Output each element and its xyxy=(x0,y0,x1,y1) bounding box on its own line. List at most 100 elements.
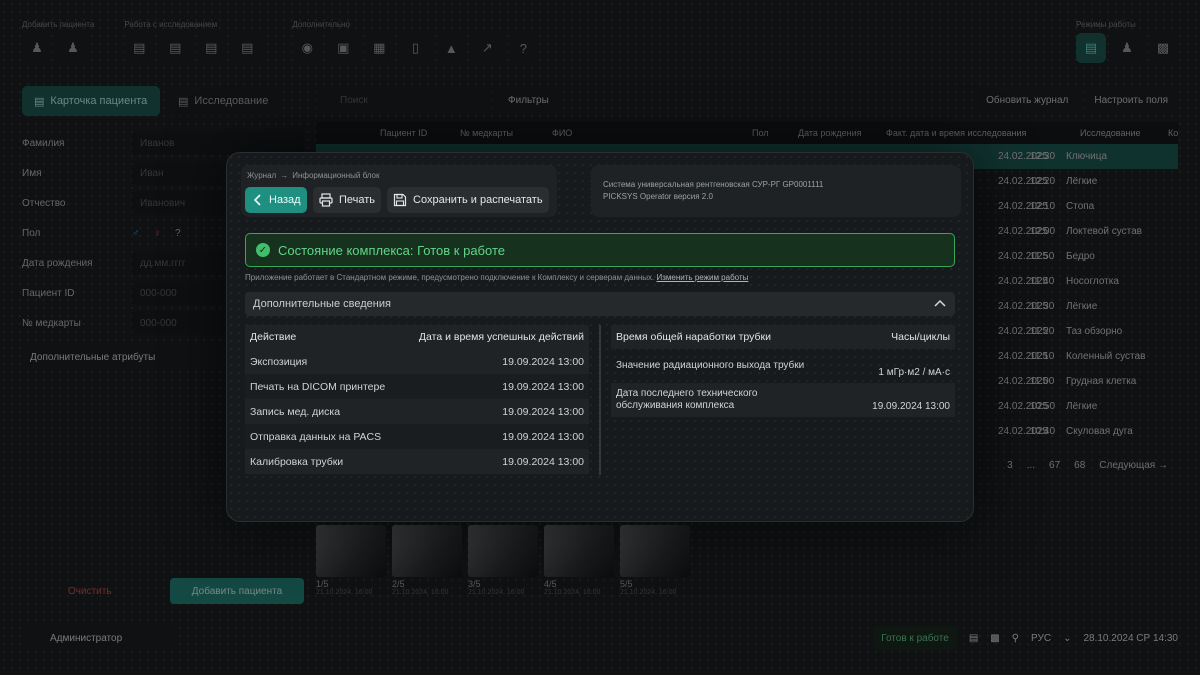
row-study: Носоглотка xyxy=(1066,276,1119,287)
archive-icon[interactable]: ▣ xyxy=(328,33,359,63)
study-delete-icon[interactable]: ▤ xyxy=(232,33,263,63)
language-select[interactable]: РУС xyxy=(1031,633,1051,644)
save-and-print-button[interactable]: Сохранить и распечатать xyxy=(387,187,549,213)
action-name: Экспозиция xyxy=(250,355,308,368)
tab-study[interactable]: ▤ Исследование xyxy=(166,86,281,116)
field-label: Пол xyxy=(22,227,41,239)
patient-mode-icon[interactable]: ♟ xyxy=(1112,33,1142,63)
thumbnail[interactable]: 3/5 21.10.2024, 16:00 xyxy=(468,525,538,596)
datetime: 28.10.2024 СР 14:30 xyxy=(1083,632,1178,644)
filters-button[interactable]: Фильтры xyxy=(498,86,559,114)
toolbar-group-extra: Дополнительно ◉ ▣ ▦ ▯ ▲ ↗ ? xyxy=(292,20,539,72)
action-name: Калибровка трубки xyxy=(250,455,344,468)
toolbar-group-label: Добавить пациента xyxy=(22,20,95,29)
toolbar-group-work: Работа с исследованием ▤ ▤ ▤ ▤ xyxy=(124,20,263,72)
save-and-print-label: Сохранить и распечатать xyxy=(413,194,543,206)
pagination: 3 ... 67 68 Следующая → xyxy=(1007,460,1168,471)
row-time: 12:10 xyxy=(1030,201,1056,212)
export-icon[interactable]: ↗ xyxy=(472,33,503,63)
column-header[interactable]: Исследование xyxy=(1080,128,1140,138)
print-button[interactable]: Печать xyxy=(313,187,382,213)
complex-status-banner: ✓ Состояние комплекса: Готов к работе xyxy=(245,233,955,267)
xray-image xyxy=(316,525,386,577)
field-label: Дата рождения xyxy=(22,257,93,269)
clipboard-status-icon[interactable]: ▤ xyxy=(969,633,978,644)
help-icon[interactable]: ? xyxy=(508,33,539,63)
thumbnail[interactable]: 2/5 21.10.2024, 16:00 xyxy=(392,525,462,596)
back-button[interactable]: Назад xyxy=(245,187,307,213)
breadcrumb-arrow: → xyxy=(280,171,289,180)
row-study: Стопа xyxy=(1066,201,1095,212)
info-block-modal: Журнал → Информационный блок Назад Печат… xyxy=(226,152,974,522)
save-icon[interactable]: ▦ xyxy=(364,33,395,63)
action-datetime: 19.09.2024 13:00 xyxy=(502,380,584,393)
page-link[interactable]: 3 xyxy=(1007,460,1013,471)
thumbnail[interactable]: 4/5 21.10.2024, 16:00 xyxy=(544,525,614,596)
column-header[interactable]: Пол xyxy=(752,128,769,138)
thumbnail[interactable]: 1/5 21.10.2024, 16:00 xyxy=(316,525,386,596)
ready-status-badge[interactable]: Готов к работе xyxy=(873,626,957,650)
page-link[interactable]: 68 xyxy=(1074,460,1085,471)
table-row: Значение радиационного выхода трубки 1 м… xyxy=(611,349,955,383)
action-name: Печать на DICOM принтере xyxy=(250,380,386,393)
unknown-sex-icon[interactable]: ? xyxy=(175,228,181,239)
study-edit-icon[interactable]: ▤ xyxy=(160,33,191,63)
additional-info-tables: Действие Дата и время успешных действий … xyxy=(245,325,961,475)
additional-info-toggle[interactable]: Дополнительные сведения xyxy=(245,292,955,316)
configure-fields-button[interactable]: Настроить поля xyxy=(1084,86,1178,114)
action-datetime: 19.09.2024 13:00 xyxy=(502,455,584,468)
row-time: 11:30 xyxy=(1030,301,1055,312)
row-study: Лёгкие xyxy=(1066,176,1098,187)
tab-label: Карточка пациента xyxy=(50,95,148,107)
next-page-button[interactable]: Следующая → xyxy=(1099,460,1168,471)
column-header[interactable]: ФИО xyxy=(552,128,572,138)
row-time: 10:40 xyxy=(1030,426,1056,437)
row-time: 12:00 xyxy=(1030,226,1056,237)
tab-label: Исследование xyxy=(194,95,269,107)
card-icon: ▤ xyxy=(34,95,45,108)
column-header: Действие xyxy=(250,331,297,343)
device-status-icon[interactable]: ⚲ xyxy=(1012,633,1019,644)
table-row: Экспозиция 19.09.2024 13:00 xyxy=(245,349,589,374)
user-menu[interactable]: Администратор xyxy=(22,625,176,651)
network-icon[interactable]: ◉ xyxy=(292,33,323,63)
study-copy-icon[interactable]: ▤ xyxy=(196,33,227,63)
column-header[interactable]: Ко xyxy=(1168,128,1178,138)
column-header[interactable]: № медкарты xyxy=(460,128,513,138)
file-icon[interactable]: ▯ xyxy=(400,33,431,63)
thumbnail-label: 5/5 xyxy=(620,579,633,589)
page-link[interactable]: 67 xyxy=(1049,460,1060,471)
change-mode-link[interactable]: Изменить режим работы xyxy=(657,273,749,282)
toolbar-group-label: Режимы работы xyxy=(1076,20,1136,29)
thumbnail[interactable]: 5/5 21.10.2024, 16:00 xyxy=(620,525,690,596)
column-header[interactable]: Факт. дата и время исследования xyxy=(886,128,1026,138)
refresh-journal-button[interactable]: Обновить журнал xyxy=(976,86,1079,114)
journal-mode-icon[interactable]: ▤ xyxy=(1076,33,1106,63)
male-icon[interactable]: ♂ xyxy=(132,228,140,239)
clear-button[interactable]: Очистить xyxy=(22,586,112,597)
printer-icon xyxy=(319,193,333,207)
breadcrumb-current: Информационный блок xyxy=(292,171,380,180)
add-patient-button[interactable]: Добавить пациента xyxy=(170,578,304,604)
add-emergency-patient-icon[interactable]: ♟ xyxy=(58,33,88,63)
column-header[interactable]: Дата рождения xyxy=(798,128,862,138)
search-input[interactable]: Поиск xyxy=(316,86,492,114)
breadcrumb-journal[interactable]: Журнал xyxy=(247,171,276,180)
device-mode-icon[interactable]: ▩ xyxy=(1148,33,1178,63)
column-header[interactable]: Пациент ID xyxy=(380,128,427,138)
add-patient-icon[interactable]: ♟ xyxy=(22,33,52,63)
row-time: 11:40 xyxy=(1030,276,1055,287)
info-value: 1 мГр·м2 / мА·с xyxy=(878,367,950,378)
toolbar-group-modes: Режимы работы ▤ ♟ ▩ xyxy=(1076,20,1178,63)
field-label: Фамилия xyxy=(22,137,65,149)
row-study: Ключица xyxy=(1066,151,1108,162)
female-icon[interactable]: ♀ xyxy=(154,228,162,239)
study-open-icon[interactable]: ▤ xyxy=(124,33,155,63)
chevron-down-icon[interactable]: ⌄ xyxy=(1063,633,1071,644)
system-info: Система универсальная рентгеновская СУР-… xyxy=(591,165,961,217)
save-icon xyxy=(393,193,407,207)
tab-patient-card[interactable]: ▤ Карточка пациента xyxy=(22,86,160,116)
trash-icon[interactable]: ▲ xyxy=(436,33,467,63)
xray-image xyxy=(544,525,614,577)
network-status-icon[interactable]: ▩ xyxy=(990,633,999,644)
